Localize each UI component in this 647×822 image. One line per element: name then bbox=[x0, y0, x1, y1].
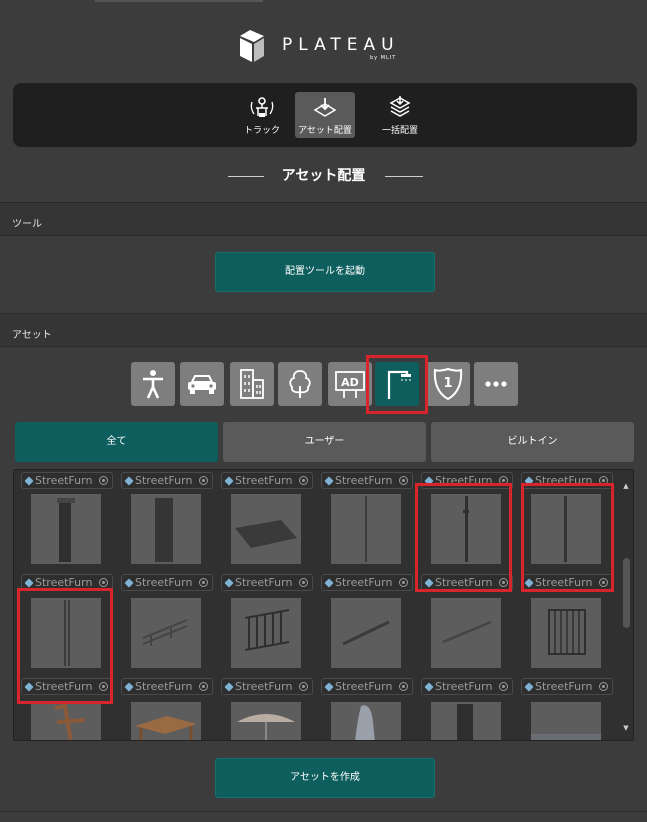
asset-tag[interactable]: StreetFurn bbox=[221, 574, 313, 591]
plateau-logo: PLATEAU by MLIT bbox=[236, 26, 416, 66]
bottom-divider bbox=[0, 811, 647, 812]
asset-thumbnail-rail[interactable] bbox=[131, 598, 201, 668]
asset-tag[interactable]: StreetFurn bbox=[421, 678, 513, 695]
title-line-right bbox=[385, 176, 423, 177]
asset-place-icon bbox=[313, 98, 337, 117]
category-person-button[interactable] bbox=[131, 362, 175, 406]
asset-section-header: アセット bbox=[0, 313, 647, 347]
scroll-down-icon[interactable]: ▼ bbox=[622, 724, 630, 732]
bulk-place-icon bbox=[389, 96, 411, 117]
asset-thumbnail-fence-panel[interactable] bbox=[31, 494, 101, 564]
scroll-thumb[interactable] bbox=[623, 558, 630, 628]
track-icon bbox=[250, 97, 274, 117]
more-icon bbox=[485, 381, 507, 387]
asset-thumbnail-railing[interactable] bbox=[231, 598, 301, 668]
asset-thumbnail-pole[interactable] bbox=[331, 494, 401, 564]
asset-tag[interactable]: StreetFurn bbox=[221, 472, 313, 489]
mode-asset-place-label: アセット配置 bbox=[298, 126, 352, 136]
mode-bulk-place-label: 一括配置 bbox=[381, 126, 418, 136]
asset-tag[interactable]: StreetFurn bbox=[521, 678, 613, 695]
create-asset-button[interactable]: アセットを作成 bbox=[215, 758, 435, 798]
scroll-up-icon[interactable]: ▲ bbox=[622, 482, 630, 490]
asset-thumbnail-slab[interactable] bbox=[531, 702, 601, 740]
asset-tag[interactable]: StreetFurn bbox=[321, 574, 413, 591]
asset-highlight-box bbox=[415, 483, 512, 592]
mode-bulk-place-button[interactable]: 一括配置 bbox=[370, 92, 430, 138]
launch-tool-button[interactable]: 配置ツールを起動 bbox=[215, 252, 435, 292]
asset-tag[interactable]: StreetFurn bbox=[221, 678, 313, 695]
category-more-button[interactable] bbox=[474, 362, 518, 406]
category-building-button[interactable] bbox=[230, 362, 274, 406]
filter-tab-builtin[interactable]: ビルトイン bbox=[431, 422, 634, 462]
asset-highlight-box bbox=[17, 588, 113, 704]
asset-tag[interactable]: StreetFurn bbox=[21, 472, 113, 489]
asset-tag[interactable]: StreetFurn bbox=[321, 472, 413, 489]
asset-thumbnail-sculpture[interactable] bbox=[331, 702, 401, 740]
mode-track-button[interactable]: トラック bbox=[232, 92, 292, 138]
ad-sign-icon: AD bbox=[335, 371, 365, 398]
asset-tag[interactable]: StreetFurn bbox=[121, 574, 213, 591]
filter-tab-user[interactable]: ユーザー bbox=[223, 422, 426, 462]
asset-grid-scrollbar[interactable]: ▲ ▼ bbox=[619, 470, 633, 740]
route-sign-label: 1 bbox=[443, 376, 452, 391]
top-divider bbox=[95, 0, 263, 2]
page-title: アセット配置 bbox=[281, 168, 366, 184]
asset-tag[interactable]: StreetFurn bbox=[321, 678, 413, 695]
filter-tab-all[interactable]: 全て bbox=[15, 422, 218, 462]
asset-thumbnail-rod[interactable] bbox=[431, 598, 501, 668]
category-highlight-box bbox=[366, 355, 428, 414]
mode-toolbar: トラック アセット配置 一括配置 bbox=[13, 83, 637, 147]
person-icon bbox=[143, 370, 163, 399]
plateau-logo-icon bbox=[240, 30, 264, 62]
asset-thumbnail-panel[interactable] bbox=[431, 702, 501, 740]
building-icon bbox=[240, 369, 264, 399]
asset-thumbnail-bar[interactable] bbox=[331, 598, 401, 668]
asset-thumbnail-wall-panel[interactable] bbox=[131, 494, 201, 564]
asset-thumbnail-chair[interactable] bbox=[31, 702, 101, 740]
logo-subtext: by MLIT bbox=[370, 55, 397, 61]
asset-thumbnail-umbrella[interactable] bbox=[231, 702, 301, 740]
ad-sign-label: AD bbox=[341, 376, 359, 389]
logo-text: PLATEAU bbox=[282, 35, 400, 55]
asset-thumbnail-gate[interactable] bbox=[531, 598, 601, 668]
asset-tag[interactable]: StreetFurn bbox=[121, 472, 213, 489]
route-sign-icon: 1 bbox=[433, 367, 463, 401]
tree-icon bbox=[289, 370, 311, 398]
category-car-button[interactable] bbox=[180, 362, 224, 406]
tool-section-header: ツール bbox=[0, 202, 647, 236]
asset-thumbnail-grating[interactable] bbox=[231, 494, 301, 564]
asset-tag[interactable]: StreetFurn bbox=[121, 678, 213, 695]
category-tree-button[interactable] bbox=[278, 362, 322, 406]
asset-highlight-box bbox=[521, 483, 614, 592]
category-route-sign-button[interactable]: 1 bbox=[426, 362, 470, 406]
mode-asset-place-button[interactable]: アセット配置 bbox=[295, 92, 355, 138]
mode-track-label: トラック bbox=[243, 126, 280, 136]
car-icon bbox=[188, 375, 216, 394]
asset-thumbnail-table[interactable] bbox=[131, 702, 201, 740]
